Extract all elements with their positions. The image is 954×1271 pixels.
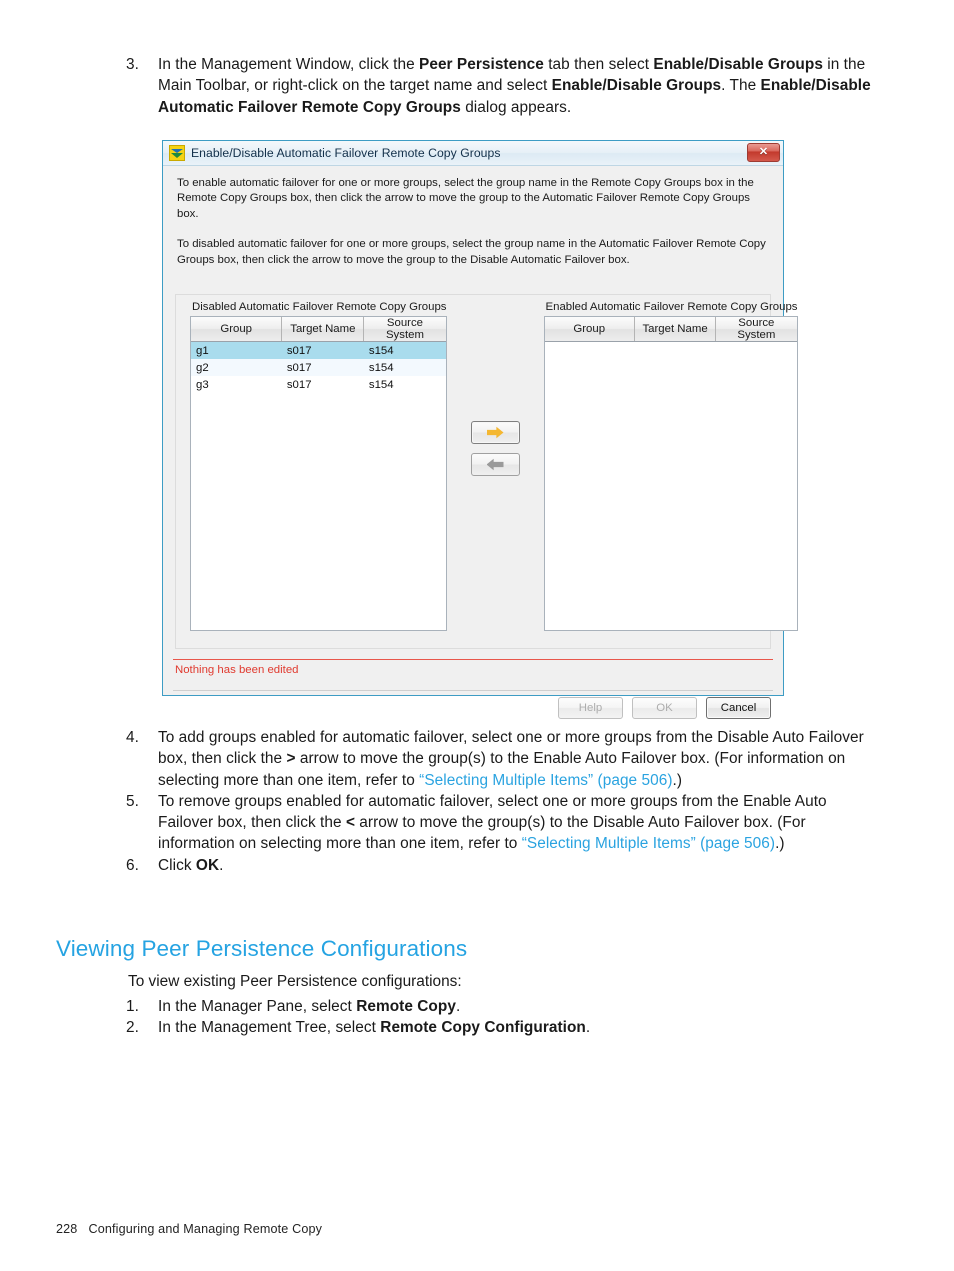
arrow-left-icon: [486, 458, 504, 471]
cell-group: g1: [191, 341, 282, 359]
list-item: 3. In the Management Window, click the Pe…: [124, 54, 886, 118]
transfer-panel-area: Disabled Automatic Failover Remote Copy …: [175, 294, 798, 649]
disabled-groups-list[interactable]: Group Target Name Source System g1 s017 …: [190, 316, 447, 631]
body-text: . The: [721, 77, 761, 95]
emphasis-text: Enable/Disable Groups: [653, 56, 823, 73]
table-header-row: Group Target Name Source System: [544, 317, 797, 342]
cell-source: s154: [368, 378, 394, 391]
list-item-number: 5.: [126, 792, 139, 810]
instruction-paragraph-2: To disabled automatic failover for one o…: [177, 238, 766, 266]
footer-page-number: 228: [56, 1222, 78, 1236]
list-item: 4. To add groups enabled for automatic fa…: [124, 727, 886, 791]
steps-before-dialog: 3. In the Management Window, click the Pe…: [124, 54, 886, 118]
list-item: 2. In the Management Tree, select Remote …: [124, 1017, 886, 1038]
list-item-number: 2.: [126, 1019, 139, 1037]
transfer-buttons: [470, 295, 520, 476]
move-right-button[interactable]: [470, 421, 520, 444]
cancel-button[interactable]: Cancel: [706, 697, 771, 719]
status-divider-top: [173, 659, 773, 660]
section-intro: To view existing Peer Persistence config…: [128, 973, 462, 990]
dialog-instructions: To enable automatic failover for one or …: [163, 166, 783, 268]
status-divider-bottom: [173, 690, 773, 691]
table-row[interactable]: g1 s017 s154: [191, 341, 446, 359]
body-text: In the Management Window, click the: [158, 56, 420, 73]
cell-target: s017: [281, 341, 364, 359]
status-badge: Nothing has been edited: [175, 664, 299, 676]
enable-disable-failover-dialog: Enable/Disable Automatic Failover Remote…: [162, 140, 798, 719]
cell-target: s017: [281, 359, 364, 376]
page-title: Viewing Peer Persistence Configurations: [56, 936, 468, 961]
body-text: .): [775, 835, 785, 853]
list-item-text: Click OK.: [158, 855, 886, 876]
column-header-target-name[interactable]: Target Name: [281, 317, 365, 342]
emphasis-text: OK: [195, 856, 220, 874]
document-page: 3. In the Management Window, click the Pe…: [0, 0, 954, 1271]
table-row[interactable]: g2 s017 s154: [191, 359, 446, 376]
list-item-text: In the Management Tree, select Remote Co…: [158, 1017, 886, 1038]
column-header-group[interactable]: Group: [544, 317, 635, 342]
enabled-groups-panel: Enabled Automatic Failover Remote Copy G…: [543, 295, 798, 631]
cell-group: g2: [191, 359, 282, 376]
list-item-number: 6.: [126, 856, 139, 874]
body-text: .: [455, 998, 461, 1015]
column-header-source-system[interactable]: Source System: [715, 317, 797, 342]
stacked-disks-icon: [169, 145, 185, 161]
dialog-body: To enable automatic failover for one or …: [163, 166, 798, 719]
close-icon[interactable]: ✕: [747, 143, 780, 162]
cell-target: s017: [286, 378, 312, 391]
list-item-text: In the Management Window, click the Peer…: [158, 54, 886, 118]
emphasis-text: Remote Copy Configuration: [380, 1019, 586, 1037]
cell-source: s154: [363, 341, 446, 359]
cross-reference-link[interactable]: “Selecting Multiple Items” (page 506): [419, 772, 672, 789]
enabled-groups-list[interactable]: Group Target Name Source System: [543, 316, 798, 631]
page-footer: 228 Configuring and Managing Remote Copy: [56, 1222, 322, 1236]
list-item-text: In the Manager Pane, select Remote Copy.: [158, 996, 886, 1017]
body-text: .): [672, 771, 683, 789]
body-text: Click: [158, 856, 196, 874]
list-item: 1. In the Manager Pane, select Remote Cop…: [124, 996, 886, 1017]
enabled-groups-caption: Enabled Automatic Failover Remote Copy G…: [545, 301, 798, 313]
column-header-group[interactable]: Group: [191, 317, 283, 342]
list-item-number: 3.: [126, 56, 139, 73]
disabled-groups-panel: Disabled Automatic Failover Remote Copy …: [190, 295, 447, 631]
steps-after-dialog: 4. To add groups enabled for automatic fa…: [124, 727, 886, 876]
emphasis-text: <: [345, 814, 355, 832]
body-text: In the Manager Pane, select: [158, 998, 357, 1015]
table-row[interactable]: g3 s017 s154: [191, 376, 446, 393]
move-left-button[interactable]: [470, 453, 520, 476]
dialog-button-bar: Help OK Cancel: [558, 697, 771, 719]
list-item-number: 4.: [126, 729, 139, 746]
list-item-number: 1.: [126, 998, 139, 1015]
cross-reference-link[interactable]: “Selecting Multiple Items” (page 506): [522, 835, 775, 852]
emphasis-text: Peer Persistence: [419, 56, 544, 73]
dialog-title-bar: Enable/Disable Automatic Failover Remote…: [163, 141, 783, 166]
column-header-source-system[interactable]: Source System: [363, 317, 446, 342]
body-text: .: [219, 856, 224, 874]
emphasis-text: Remote Copy: [356, 998, 456, 1015]
cell-source: s154: [363, 359, 446, 376]
emphasis-text: Enable/Disable Groups: [551, 77, 722, 95]
list-item: 5. To remove groups enabled for automatic…: [124, 791, 886, 855]
disabled-groups-table: Group Target Name Source System g1 s017 …: [191, 317, 446, 393]
instruction-paragraph-1: To enable automatic failover for one or …: [177, 177, 754, 220]
body-text: In the Management Tree, select: [158, 1019, 381, 1037]
emphasis-text: >: [286, 750, 296, 768]
cell-group: g3: [196, 378, 209, 391]
body-text: tab then select: [543, 56, 654, 73]
list-item-text: To add groups enabled for automatic fail…: [158, 727, 886, 791]
arrow-right-icon: [486, 426, 504, 439]
footer-chapter: Configuring and Managing Remote Copy: [88, 1222, 323, 1236]
column-header-target-name[interactable]: Target Name: [634, 317, 717, 342]
disabled-groups-caption: Disabled Automatic Failover Remote Copy …: [192, 301, 447, 313]
help-button[interactable]: Help: [558, 697, 623, 719]
body-text: dialog appears.: [460, 98, 572, 116]
dialog-title: Enable/Disable Automatic Failover Remote…: [191, 146, 501, 160]
list-item-text: To remove groups enabled for automatic f…: [158, 791, 886, 855]
body-text: .: [585, 1019, 591, 1037]
table-header-row: Group Target Name Source System: [191, 317, 446, 342]
list-item: 6. Click OK.: [124, 855, 886, 876]
section-steps: 1. In the Manager Pane, select Remote Cop…: [124, 996, 886, 1039]
enabled-groups-table: Group Target Name Source System: [544, 317, 797, 342]
ok-button[interactable]: OK: [632, 697, 697, 719]
